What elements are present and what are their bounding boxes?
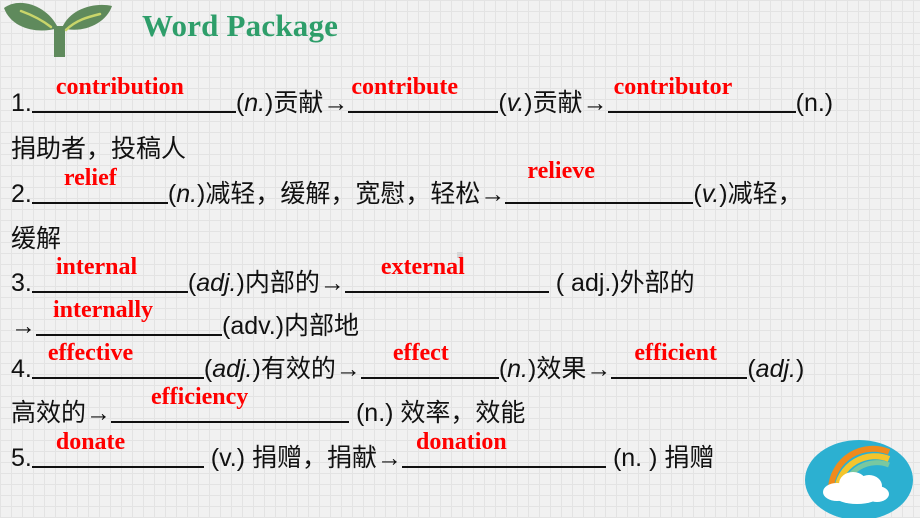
answer-blank[interactable]: efficiency xyxy=(111,384,350,423)
answer-donation: donation xyxy=(416,429,507,455)
answer-efficiency: efficiency xyxy=(151,384,249,410)
paren: ( xyxy=(167,180,177,208)
answer-internally: internally xyxy=(53,297,153,323)
paren: ( xyxy=(203,355,213,383)
page-title: Word Package xyxy=(142,8,339,43)
answer-blank[interactable]: internal xyxy=(31,254,188,293)
definition-text: )有效的→ xyxy=(252,355,361,383)
definition-text: 缓解 xyxy=(11,225,62,253)
definition-text: )效果→ xyxy=(528,355,612,383)
answer-effect: effect xyxy=(392,340,449,366)
pos-label: adj. xyxy=(196,269,237,297)
answer-blank[interactable]: internally xyxy=(36,297,222,336)
definition-text: 高效的→ xyxy=(11,399,112,427)
answer-donate: donate xyxy=(55,429,126,455)
answer-blank[interactable]: efficient xyxy=(611,340,748,379)
answer-blank[interactable]: donate xyxy=(31,429,204,468)
pos-label: adj. xyxy=(755,355,796,383)
answer-external: external xyxy=(380,254,465,280)
pos-label: n. xyxy=(244,89,266,117)
item-number: 3. xyxy=(11,269,32,297)
paren: ( xyxy=(187,269,197,297)
answer-relieve: relieve xyxy=(527,158,595,184)
answer-blank[interactable]: external xyxy=(344,254,549,293)
answer-contributor: contributor xyxy=(613,74,733,100)
paren: ( xyxy=(235,89,245,117)
item-number: 1. xyxy=(11,89,32,117)
arrow: → xyxy=(11,312,36,340)
pos-label: v. xyxy=(701,180,720,208)
paren: ( xyxy=(693,180,702,208)
answer-contribution: contribution xyxy=(55,74,184,100)
paren: ( xyxy=(498,89,507,117)
answer-blank[interactable]: donation xyxy=(402,429,606,468)
answer-blank[interactable]: contribution xyxy=(31,74,236,113)
definition-text: ( adj.)外部的 xyxy=(548,269,695,297)
definition-text: )减轻， xyxy=(719,180,803,208)
item-2-line-2: 缓解 xyxy=(11,224,61,254)
item-4-line-2: 高效的→ efficiency (n.) 效率，效能 xyxy=(11,384,526,428)
paren: ) xyxy=(795,355,805,383)
item-number: 4. xyxy=(11,355,32,383)
definition-text: )贡献→ xyxy=(265,89,349,117)
answer-contribute: contribute xyxy=(351,74,459,100)
item-2-line-1: 2. relief (n.)减轻，缓解，宽慰，轻松→ relieve (v.)减轻， xyxy=(11,158,803,209)
definition-text: )内部的→ xyxy=(236,269,345,297)
item-5-line-1: 5. donate (v.) 捐赠，捐献→ donation (n. ) 捐赠 xyxy=(11,429,715,473)
definition-text: (adv.)内部地 xyxy=(222,312,360,340)
pos-label: n. xyxy=(507,355,529,383)
item-number: 2. xyxy=(11,180,32,208)
paren: ( xyxy=(498,355,508,383)
sprout-icon xyxy=(4,2,112,57)
answer-blank[interactable]: contributor xyxy=(607,74,796,113)
pos-label: n. xyxy=(176,180,198,208)
answer-blank[interactable]: relief xyxy=(31,165,168,204)
answer-blank[interactable]: contribute xyxy=(348,74,499,113)
item-4-line-1: 4. effective (adj.)有效的→ effect (n.)效果→ effici… xyxy=(11,340,805,384)
item-number: 5. xyxy=(11,444,32,472)
answer-efficient: efficient xyxy=(634,340,717,366)
answer-blank[interactable]: effective xyxy=(31,340,204,379)
definition-text: (n.) 效率，效能 xyxy=(349,399,526,427)
item-3-line-1: 3. internal (adj.)内部的→ external ( adj.)外部的 xyxy=(11,254,695,298)
pos-label: v. xyxy=(506,89,525,117)
answer-relief: relief xyxy=(63,165,117,191)
answer-internal: internal xyxy=(55,254,138,280)
answer-effective: effective xyxy=(47,340,134,366)
definition-text: 捐助者，投稿人 xyxy=(11,135,187,163)
definition-text: (n. ) 捐赠 xyxy=(606,444,715,472)
definition-text: )贡献→ xyxy=(524,89,608,117)
item-3-line-2: → internally (adv.)内部地 xyxy=(11,297,360,341)
item-1-line-2: 捐助者，投稿人 xyxy=(11,134,186,164)
item-1-line-1: 1. contribution (n.)贡献→ contribute (v.)贡献→ co… xyxy=(11,74,834,118)
definition-text: (v.) 捐赠，捐献→ xyxy=(203,444,402,472)
rainbow-cloud-icon xyxy=(805,440,913,518)
paren: ( xyxy=(747,355,756,383)
definition-text: )减轻，缓解，宽慰，轻松→ xyxy=(197,180,506,208)
pos-label: adj. xyxy=(212,355,253,383)
answer-blank[interactable]: relieve xyxy=(505,158,694,204)
answer-blank[interactable]: effect xyxy=(360,340,499,379)
pos-label: (n.) xyxy=(795,89,834,117)
